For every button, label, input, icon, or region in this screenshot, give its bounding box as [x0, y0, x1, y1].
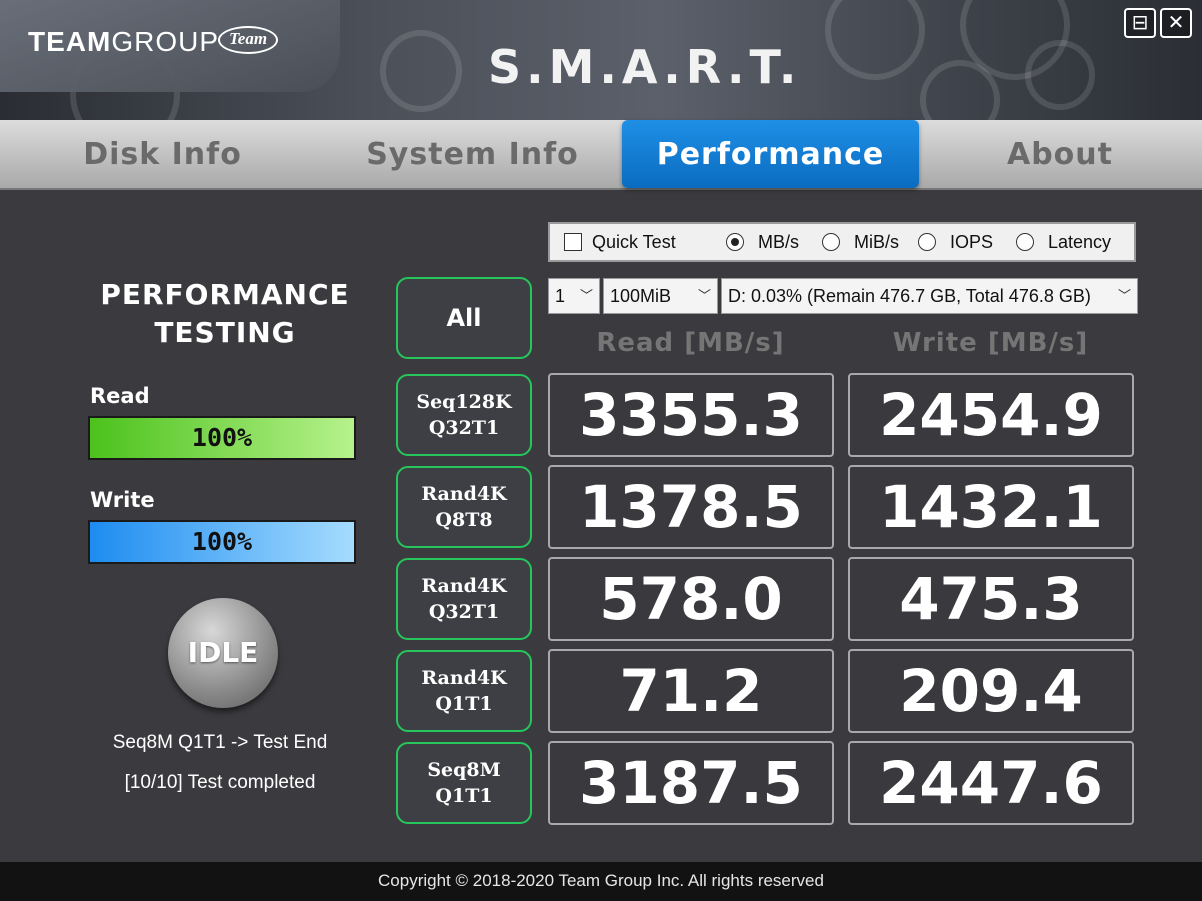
write-result-cell: 209.4 — [848, 649, 1134, 733]
test-count-select[interactable]: 1 ﹀ — [548, 278, 600, 314]
test-size-value: 100MiB — [610, 286, 672, 306]
test-rand4k-q1t1-button[interactable]: Rand4K Q1T1 — [396, 650, 532, 732]
tab-system-info[interactable]: System Info — [320, 120, 625, 190]
quick-test-label: Quick Test — [592, 232, 676, 252]
performance-testing-heading: PERFORMANCE TESTING — [100, 278, 350, 349]
read-progress-label: Read — [90, 384, 150, 408]
tab-performance[interactable]: Performance — [622, 120, 919, 188]
read-result-cell: 3355.3 — [548, 373, 834, 457]
tab-about[interactable]: About — [920, 120, 1200, 190]
unit-iops-radio[interactable] — [918, 233, 936, 251]
unit-mibs-radio[interactable] — [822, 233, 840, 251]
chevron-down-icon: ﹀ — [697, 288, 711, 303]
test-size-select[interactable]: 100MiB ﹀ — [603, 278, 718, 314]
chevron-down-icon: ﹀ — [1113, 279, 1131, 313]
read-column-header: Read [MB/s] — [596, 328, 785, 358]
write-column-header: Write [MB/s] — [892, 328, 1089, 358]
test-seq128k-q32t1-button[interactable]: Seq128K Q32T1 — [396, 374, 532, 456]
run-all-button[interactable]: All — [396, 277, 532, 359]
read-result-cell: 1378.5 — [548, 465, 834, 549]
brand-logo: TEAMGROUP — [28, 26, 220, 57]
unit-mbs-radio[interactable] — [726, 233, 744, 251]
write-progress-bar: 100% — [88, 520, 356, 564]
unit-mibs-label: MiB/s — [854, 232, 899, 252]
write-result-cell: 2447.6 — [848, 741, 1134, 825]
test-count-value: 1 — [555, 286, 566, 306]
test-seq8m-q1t1-button[interactable]: Seq8M Q1T1 — [396, 742, 532, 824]
app-title: S.M.A.R.T. — [488, 40, 802, 94]
quick-test-checkbox[interactable] — [564, 233, 582, 251]
decor-circle — [825, 0, 925, 80]
app-header: TEAMGROUP Team S.M.A.R.T. ⊟ ✕ — [0, 0, 1202, 120]
status-completed: [10/10] Test completed — [124, 772, 316, 793]
chevron-down-icon: ﹀ — [579, 288, 593, 303]
drive-select[interactable]: D: 0.03% (Remain 476.7 GB, Total 476.8 G… — [721, 278, 1138, 314]
write-progress-label: Write — [90, 488, 155, 512]
options-bar: Quick Test MB/s MiB/s IOPS Latency — [548, 222, 1136, 262]
write-result-cell: 475.3 — [848, 557, 1134, 641]
start-idle-button[interactable]: IDLE — [168, 598, 278, 708]
test-rand4k-q32t1-button[interactable]: Rand4K Q32T1 — [396, 558, 532, 640]
status-current-test: Seq8M Q1T1 -> Test End — [112, 732, 328, 753]
restore-button[interactable]: ⊟ — [1124, 8, 1156, 38]
unit-iops-label: IOPS — [950, 232, 994, 252]
tab-disk-info[interactable]: Disk Info — [10, 120, 315, 190]
unit-latency-label: Latency — [1048, 232, 1112, 252]
read-result-cell: 71.2 — [548, 649, 834, 733]
tab-bar: Disk Info System Info Performance About — [0, 120, 1202, 190]
test-rand4k-q8t8-button[interactable]: Rand4K Q8T8 — [396, 466, 532, 548]
read-progress-text: 100% — [191, 423, 253, 452]
drive-value: D: 0.03% (Remain 476.7 GB, Total 476.8 G… — [728, 286, 1091, 306]
unit-latency-radio[interactable] — [1016, 233, 1034, 251]
read-result-cell: 578.0 — [548, 557, 834, 641]
unit-mbs-label: MB/s — [758, 232, 800, 252]
write-result-cell: 1432.1 — [848, 465, 1134, 549]
decor-circle — [1025, 40, 1095, 110]
read-result-cell: 3187.5 — [548, 741, 834, 825]
brand-badge: Team — [218, 26, 278, 54]
decor-circle — [380, 30, 462, 112]
copyright-footer: Copyright © 2018-2020 Team Group Inc. Al… — [0, 862, 1202, 901]
write-progress-text: 100% — [191, 527, 253, 556]
read-progress-bar: 100% — [88, 416, 356, 460]
close-button[interactable]: ✕ — [1160, 8, 1192, 38]
write-result-cell: 2454.9 — [848, 373, 1134, 457]
